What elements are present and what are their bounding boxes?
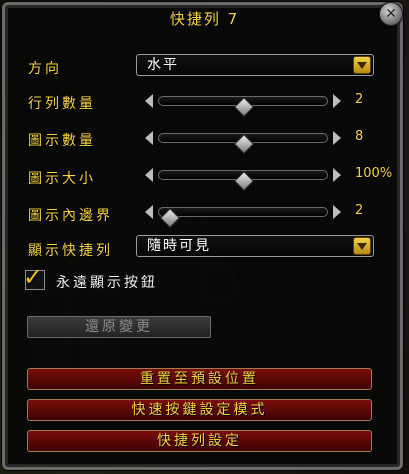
increase-arrow-icon[interactable] <box>333 205 341 219</box>
chevron-down-icon[interactable] <box>353 56 371 74</box>
icon-count-value: 8 <box>355 129 364 144</box>
decrease-arrow-icon[interactable] <box>145 205 153 219</box>
revert-changes-button[interactable]: 還原變更 <box>27 316 211 338</box>
visibility-label: 顯示快捷列 <box>28 243 113 259</box>
icon-padding-slider[interactable]: 2 <box>0 201 409 228</box>
orientation-label: 方向 <box>28 61 62 77</box>
reset-default-position-button[interactable]: 重置至預設位置 <box>27 368 372 390</box>
close-button[interactable]: ✕ <box>379 2 403 26</box>
orientation-value: 水平 <box>147 57 179 73</box>
visibility-value: 隨時可見 <box>147 238 211 254</box>
rows-value: 2 <box>355 92 364 107</box>
icon-size-slider[interactable]: 100% <box>0 164 409 191</box>
decrease-arrow-icon[interactable] <box>145 94 153 108</box>
visibility-dropdown[interactable]: 隨時可見 <box>136 235 374 257</box>
chevron-down-icon[interactable] <box>353 237 371 255</box>
decrease-arrow-icon[interactable] <box>145 131 153 145</box>
always-show-buttons-label: 永遠顯示按鈕 <box>56 275 158 291</box>
decrease-arrow-icon[interactable] <box>145 168 153 182</box>
actionbar-settings-button[interactable]: 快捷列設定 <box>27 430 372 452</box>
increase-arrow-icon[interactable] <box>333 168 341 182</box>
quick-keybind-mode-button[interactable]: 快速按鍵設定模式 <box>27 399 372 421</box>
icon-size-value: 100% <box>355 166 393 181</box>
slider-track[interactable] <box>158 170 328 191</box>
slider-track[interactable] <box>158 207 328 228</box>
increase-arrow-icon[interactable] <box>333 131 341 145</box>
icon-count-slider[interactable]: 8 <box>0 127 409 154</box>
increase-arrow-icon[interactable] <box>333 94 341 108</box>
slider-track[interactable] <box>158 96 328 117</box>
checkmark-icon: ✓ <box>23 263 44 291</box>
orientation-dropdown[interactable]: 水平 <box>136 54 374 76</box>
slider-track[interactable] <box>158 133 328 154</box>
icon-padding-value: 2 <box>355 203 364 218</box>
always-show-buttons-checkbox[interactable]: ✓ <box>23 263 45 291</box>
rows-slider[interactable]: 2 <box>0 90 409 117</box>
window-title: 快捷列 7 <box>169 10 240 28</box>
close-icon: ✕ <box>385 6 397 22</box>
